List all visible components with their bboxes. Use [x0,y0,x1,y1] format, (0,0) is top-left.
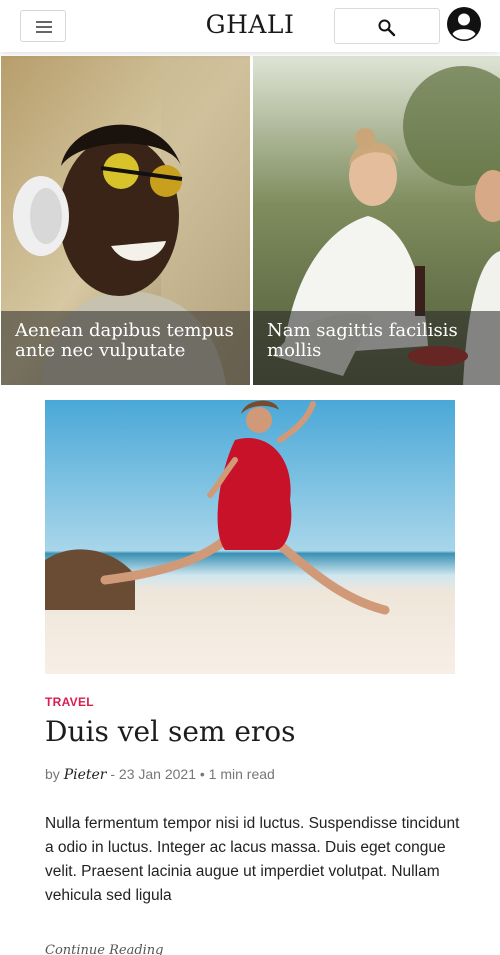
post-title[interactable]: Duis vel sem eros [45,715,296,748]
meta-by-label: by [45,766,60,782]
post-thumbnail[interactable] [45,400,455,674]
post-meta: by Pieter - 23 Jan 2021 • 1 min read [45,766,275,783]
post-category[interactable]: TRAVEL [45,695,94,709]
featured-post-card[interactable]: Nam sagittis facilisis mollis [253,56,500,385]
post-author[interactable]: Pieter [64,767,107,783]
search-button[interactable] [334,8,440,44]
post-excerpt: Nulla fermentum tempor nisi id luctus. S… [45,815,460,904]
account-circle-icon[interactable] [446,6,482,42]
meta-date-readtime: - 23 Jan 2021 • 1 min read [106,766,275,782]
featured-caption[interactable]: Nam sagittis facilisis mollis [253,311,500,385]
featured-post-card[interactable]: Aenean dapibus tempus ante nec vulputate [1,56,250,385]
site-header: GHALI [0,0,500,52]
search-icon [378,19,396,37]
featured-caption[interactable]: Aenean dapibus tempus ante nec vulputate [1,311,250,385]
continue-reading-link[interactable]: Continue Reading [45,943,164,955]
post-image-jumping-woman [45,400,455,674]
